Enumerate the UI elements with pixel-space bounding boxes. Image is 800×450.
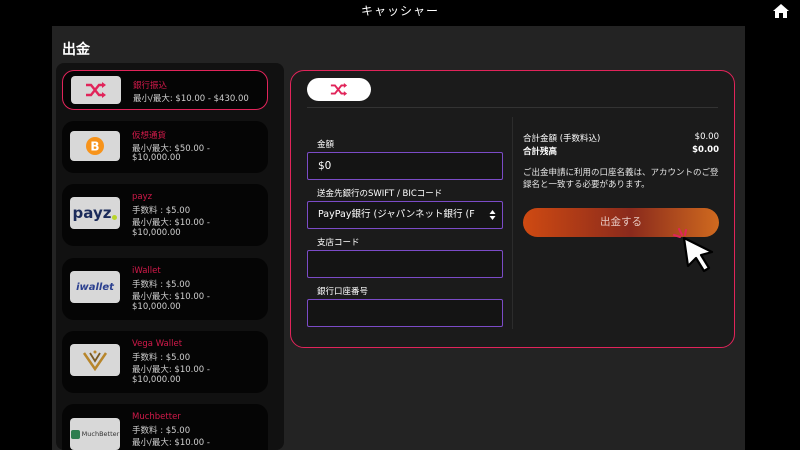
window-title: キャッシャー [360, 4, 439, 18]
top-bar: キャッシャー [0, 0, 800, 26]
method-name: 銀行振込 [133, 81, 168, 91]
method-bank-transfer[interactable]: 銀行振込 最小/最大: $10.00 - $430.00 [62, 70, 268, 110]
shuffle-icon [71, 76, 121, 104]
withdrawal-form-panel: 金額 $0 送金先銀行のSWIFT / BICコード PayPay銀行 (ジャパ… [290, 70, 735, 348]
method-limit: 最小/最大: $10.00 - [132, 218, 210, 228]
method-fee: 手数料 : $5.00 [132, 426, 191, 436]
selected-method-chip [307, 78, 371, 101]
method-limit: 最小/最大: $10.00 - $430.00 [133, 94, 249, 104]
balance-label: 合計残高 [523, 147, 558, 157]
muchbetter-logo: MuchBetter [70, 418, 120, 450]
select-arrows-icon [489, 210, 496, 220]
page-title: 出金 [62, 42, 90, 58]
method-crypto[interactable]: B 仮想通貨 最小/最大: $50.00 - $10,000.00 [62, 121, 268, 173]
account-name-notice: ご出金申請に利用の口座名義は、アカウントのご登録名と一致する必要があります。 [523, 168, 719, 190]
payment-method-list: 銀行振込 最小/最大: $10.00 - $430.00 B 仮想通貨 最小/最… [56, 63, 284, 450]
account-number-input[interactable] [307, 299, 503, 327]
svg-text:B: B [90, 140, 99, 154]
account-label: 銀行口座番号 [317, 287, 369, 297]
divider [512, 117, 513, 329]
method-limit: $10,000.00 [132, 302, 181, 312]
swift-select[interactable]: PayPay銀行 (ジャパンネット銀行 (F [307, 201, 503, 229]
method-fee: 手数料 : $5.00 [132, 353, 191, 363]
method-limit: 最小/最大: $10.00 - [132, 438, 210, 448]
branch-label: 支店コード [317, 238, 360, 248]
method-limit: $10,000.00 [132, 228, 181, 238]
method-limit: 最小/最大: $10.00 - [132, 365, 210, 375]
balance-value: $0.00 [692, 145, 719, 155]
method-name: 仮想通貨 [132, 131, 167, 141]
payz-logo: payz [70, 197, 120, 229]
swift-label: 送金先銀行のSWIFT / BICコード [317, 189, 443, 199]
total-value: $0.00 [694, 132, 719, 142]
method-fee: 手数料 : $5.00 [132, 280, 191, 290]
pointer-cursor-icon [673, 228, 714, 273]
balance-row: 合計残高 $0.00 [523, 145, 719, 157]
method-iwallet[interactable]: iwallet iWallet 手数料 : $5.00 最小/最大: $10.0… [62, 258, 268, 320]
method-fee: 手数料 : $5.00 [132, 206, 191, 216]
total-row: 合計金額 (手数料込) $0.00 [523, 132, 719, 144]
method-limit: 最小/最大: $10.00 - [132, 292, 210, 302]
method-name: iWallet [132, 266, 161, 276]
method-name: payz [132, 192, 153, 202]
vega-logo [70, 344, 120, 376]
method-name: Vega Wallet [132, 339, 183, 349]
method-vega-wallet[interactable]: Vega Wallet 手数料 : $5.00 最小/最大: $10.00 - … [62, 331, 268, 393]
main-area: 出金 銀行振込 最小/最大: $10.00 - $430.00 B 仮想通貨 最… [52, 26, 745, 450]
method-muchbetter[interactable]: MuchBetter Muchbetter 手数料 : $5.00 最小/最大:… [62, 404, 268, 450]
amount-label: 金額 [317, 140, 335, 150]
total-label: 合計金額 (手数料込) [523, 134, 601, 144]
divider [307, 107, 718, 108]
method-limit: $10,000.00 [132, 375, 181, 385]
home-icon[interactable] [772, 3, 790, 19]
method-name: Muchbetter [132, 412, 181, 422]
iwallet-logo: iwallet [70, 271, 120, 303]
method-payz[interactable]: payz payz 手数料 : $5.00 最小/最大: $10.00 - $1… [62, 184, 268, 246]
bitcoin-icon: B [70, 131, 120, 161]
amount-input[interactable]: $0 [307, 152, 503, 180]
shuffle-icon [330, 83, 348, 96]
method-limit: $10,000.00 [132, 153, 181, 163]
branch-code-input[interactable] [307, 250, 503, 278]
